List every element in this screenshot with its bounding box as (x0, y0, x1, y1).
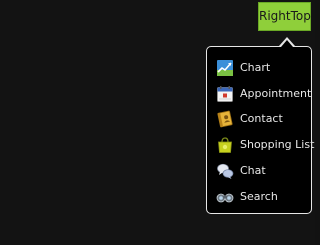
menu-item-label: Chart (240, 60, 271, 74)
screen-background: RightTop Chart Appointment Contact Shopp… (0, 0, 315, 245)
contact-book-icon (216, 110, 234, 128)
menu-item-chart[interactable]: Chart (207, 55, 311, 81)
shopping-bag-icon (216, 136, 234, 154)
menu-item-label: Shopping List (240, 138, 315, 152)
menu-item-label: Chat (240, 164, 266, 178)
menu-item-label: Contact (240, 112, 283, 126)
calendar-icon (216, 85, 234, 103)
menu-item-label: Appointment (240, 86, 312, 100)
righttop-button[interactable]: RightTop (258, 2, 311, 31)
menu-item-label: Search (240, 189, 278, 203)
menu-item-contact[interactable]: Contact (207, 107, 311, 133)
chart-icon (216, 59, 234, 77)
menu-item-shopping-list[interactable]: Shopping List (207, 132, 315, 158)
menu-list: Chart Appointment Contact Shopping List … (207, 55, 315, 210)
menu-item-appointment[interactable]: Appointment (207, 81, 311, 107)
menu-item-chat[interactable]: Chat (207, 158, 311, 184)
popup-menu: Chart Appointment Contact Shopping List … (206, 46, 315, 214)
popup-arrow-fill (281, 40, 293, 47)
binoculars-icon (216, 188, 234, 206)
chat-bubbles-icon (216, 162, 234, 180)
menu-item-search[interactable]: Search (207, 184, 311, 210)
righttop-button-label: RightTop (259, 9, 311, 23)
